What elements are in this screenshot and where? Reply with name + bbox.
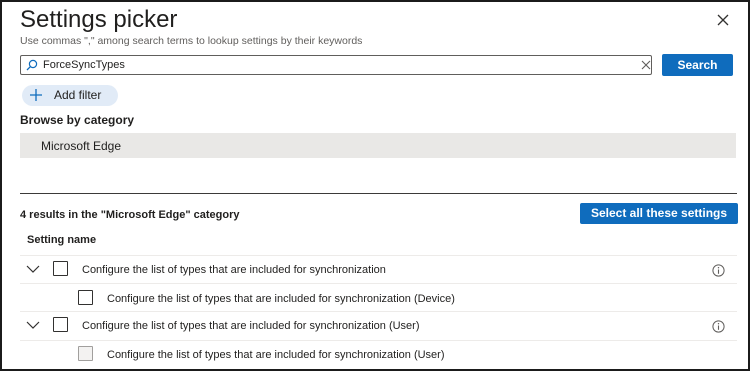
setting-checkbox-disabled[interactable] [78, 346, 93, 361]
setting-row-label: Configure the list of types that are inc… [82, 264, 386, 276]
category-item-microsoft-edge[interactable]: Microsoft Edge [20, 133, 736, 158]
browse-by-category-label: Browse by category [20, 113, 135, 127]
search-icon [26, 59, 38, 71]
chevron-down-icon[interactable] [26, 320, 40, 330]
setting-checkbox[interactable] [53, 317, 68, 332]
plus-icon [30, 89, 42, 101]
results-summary: 4 results in the "Microsoft Edge" catego… [20, 209, 240, 221]
row-divider [20, 311, 737, 312]
row-divider [20, 255, 737, 256]
add-filter-label: Add filter [54, 88, 102, 102]
setting-row-label: Configure the list of types that are inc… [107, 293, 455, 305]
row-divider [20, 283, 737, 284]
chevron-down-icon[interactable] [26, 264, 40, 274]
info-icon[interactable] [712, 320, 725, 333]
row-divider [20, 340, 737, 341]
close-icon[interactable] [714, 11, 732, 29]
column-header-setting-name: Setting name [27, 234, 97, 246]
divider [20, 193, 737, 194]
dialog-subtitle: Use commas "," among search terms to loo… [20, 35, 363, 47]
search-input[interactable] [43, 57, 633, 73]
info-icon[interactable] [712, 264, 725, 277]
select-all-button[interactable]: Select all these settings [580, 203, 738, 224]
setting-checkbox[interactable] [78, 290, 93, 305]
dialog-title: Settings picker [20, 6, 178, 33]
search-box[interactable] [20, 55, 652, 75]
setting-row-label: Configure the list of types that are inc… [82, 320, 420, 332]
setting-row-label: Configure the list of types that are inc… [107, 349, 445, 361]
setting-checkbox[interactable] [53, 261, 68, 276]
clear-icon[interactable] [641, 60, 651, 70]
search-button[interactable]: Search [662, 54, 733, 76]
add-filter-button[interactable]: Add filter [22, 85, 118, 106]
settings-picker-dialog: Settings picker Use commas "," among sea… [0, 0, 750, 371]
category-label: Microsoft Edge [41, 139, 122, 153]
